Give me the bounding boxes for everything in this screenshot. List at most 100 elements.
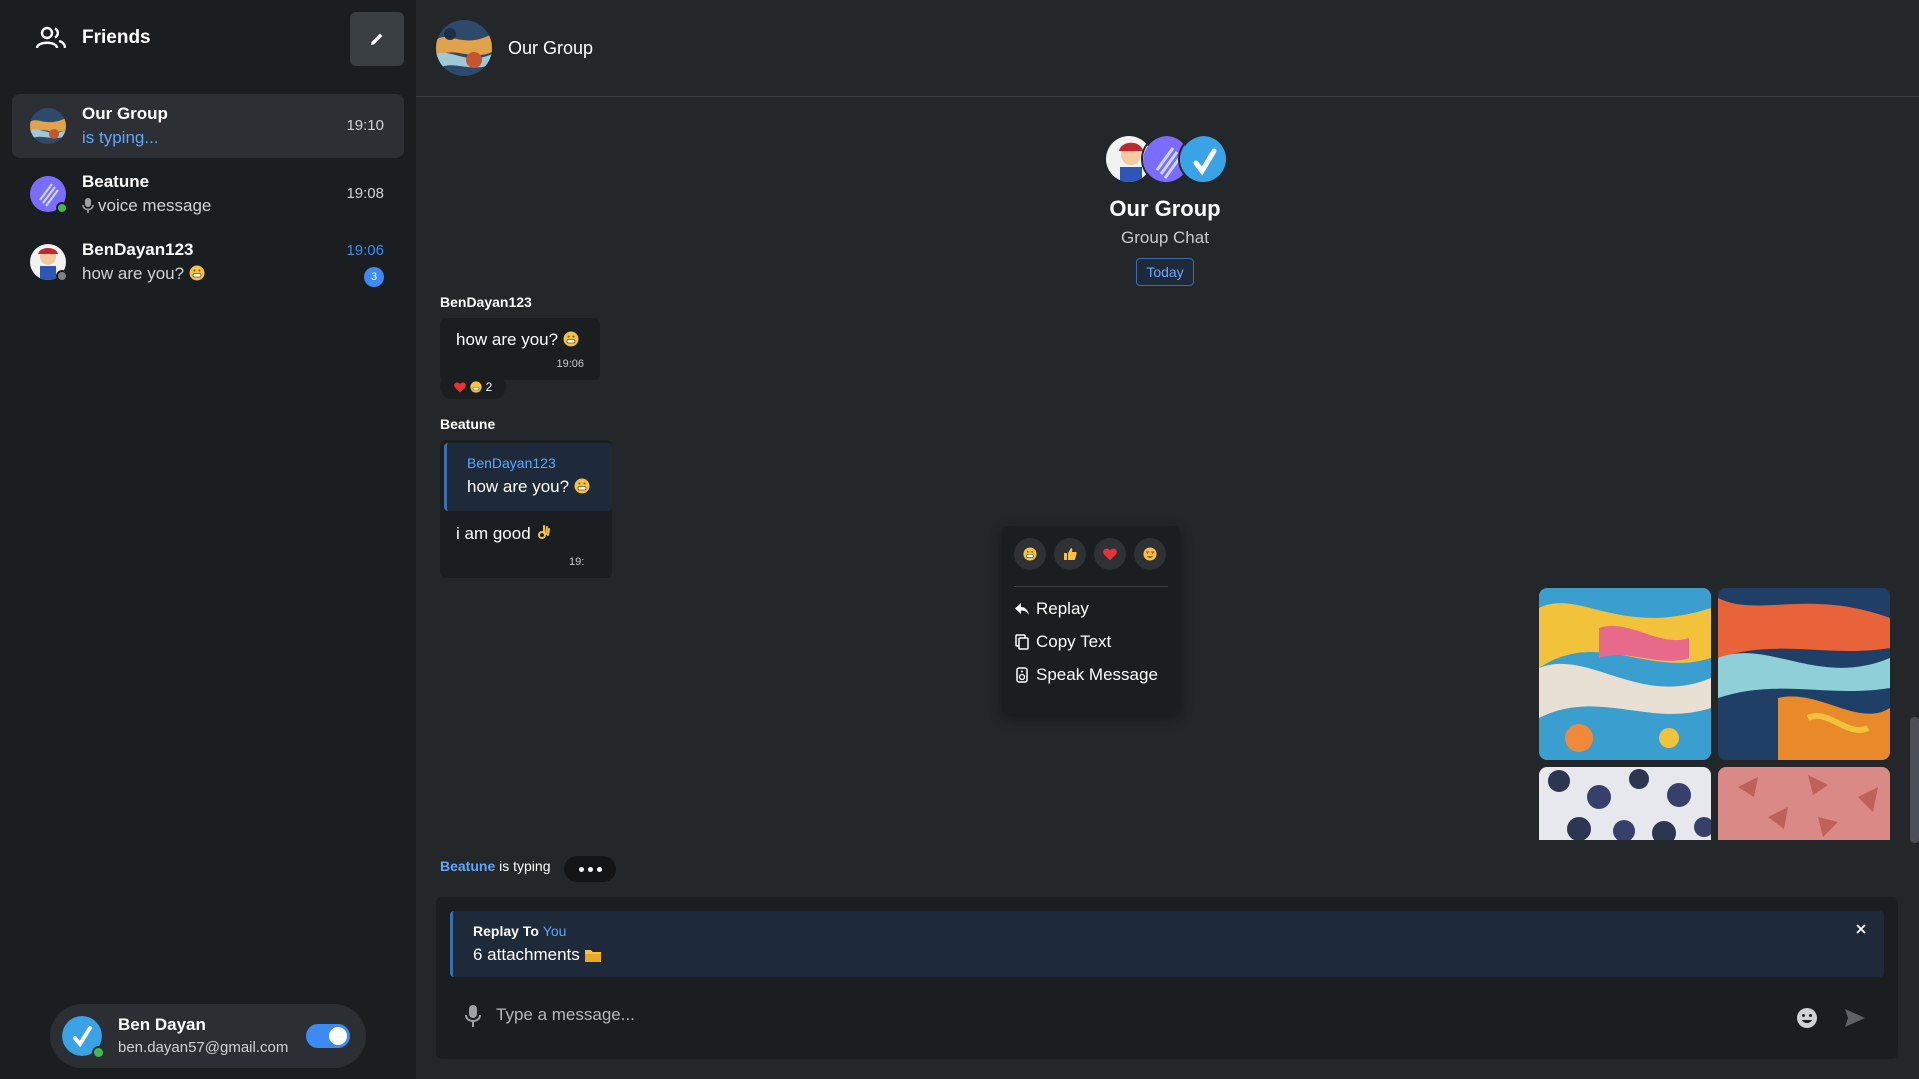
image-attachment[interactable]: [1539, 588, 1711, 760]
grin-emoji-icon: [189, 265, 205, 281]
typing-dots: [564, 856, 616, 882]
friends-label: Friends: [82, 27, 151, 48]
message-text-content: i am good: [456, 524, 531, 543]
image-attachment[interactable]: [1718, 767, 1890, 840]
quoted-text-content: how are you?: [467, 477, 570, 496]
typing-indicator: Beatune is typing: [440, 858, 550, 874]
sidebar-header: Friends: [0, 0, 416, 78]
react-grin-button[interactable]: [1014, 538, 1046, 570]
theme-toggle[interactable]: [306, 1024, 350, 1048]
reply-target: You: [542, 923, 567, 939]
member-avatar-stack: [1104, 134, 1228, 184]
close-icon: [1856, 924, 1866, 934]
react-thumbs-up-button[interactable]: [1054, 538, 1086, 570]
reply-title: Replay To You: [473, 923, 566, 939]
message-composer: Replay To You 6 attachments: [436, 897, 1898, 1059]
online-status-dot: [92, 1046, 105, 1059]
message-context-menu: Replay Copy Text Speak Message: [1002, 526, 1180, 714]
message-time: 19:06: [556, 358, 584, 370]
chat-preview: is typing...: [82, 128, 159, 147]
ok-hand-emoji-icon: [538, 525, 551, 539]
date-badge: Today: [1136, 258, 1194, 286]
offline-status-dot: [56, 270, 68, 282]
app: Friends Our Group is typing... 19:10 Bea…: [0, 0, 1919, 1079]
chat-time: 19:10: [346, 117, 384, 134]
react-heart-button[interactable]: [1094, 538, 1126, 570]
speaker-icon: [1014, 667, 1030, 683]
image-attachment[interactable]: [1539, 767, 1711, 840]
compose-button[interactable]: [350, 12, 404, 66]
chat-preview: how are you?: [82, 264, 205, 284]
chat-item-beatune[interactable]: Beatune voice message 19:08: [12, 162, 404, 226]
pencil-icon: [371, 33, 383, 45]
message-sender: BenDayan123: [440, 294, 532, 310]
toggle-knob: [329, 1027, 347, 1045]
sidebar: Friends Our Group is typing... 19:10 Bea…: [0, 0, 416, 1079]
reply-subtitle-text: 6 attachments: [473, 945, 580, 964]
chat-panel: Our Group Our Group Group Chat Today Ben…: [416, 0, 1919, 1079]
quoted-sender: BenDayan123: [467, 455, 556, 471]
people-icon: [36, 26, 66, 49]
message-text: i am good: [456, 524, 551, 544]
heart-icon: [1103, 548, 1117, 560]
quoted-message[interactable]: BenDayan123 how are you?: [444, 443, 612, 511]
thumbs-up-icon: [1064, 548, 1077, 560]
reply-title-label: Replay To: [473, 923, 539, 939]
react-heart-eyes-button[interactable]: [1134, 538, 1166, 570]
user-name: Ben Dayan: [118, 1015, 206, 1034]
menu-item-label: Copy Text: [1036, 632, 1112, 651]
emoji-picker-button[interactable]: [1796, 1007, 1818, 1029]
chat-name: Our Group: [82, 104, 168, 123]
message-sender: Beatune: [440, 416, 496, 432]
chat-time: 19:06: [346, 242, 384, 259]
unread-badge: 3: [364, 267, 384, 287]
folder-icon: [584, 950, 601, 962]
message-text-content: how are you?: [456, 330, 559, 349]
quick-reactions: [1014, 538, 1166, 570]
message-bubble[interactable]: how are you? 19:06: [440, 318, 600, 380]
menu-divider: [1014, 586, 1168, 587]
reply-subtitle: 6 attachments: [473, 945, 601, 965]
message-reactions[interactable]: 2: [440, 375, 506, 399]
menu-item-speak-message[interactable]: Speak Message: [1014, 660, 1168, 690]
menu-item-replay[interactable]: Replay: [1014, 594, 1168, 624]
online-status-dot: [56, 202, 68, 214]
heart-icon: [453, 381, 466, 392]
microphone-button[interactable]: [464, 1005, 482, 1027]
grin-emoji-icon: [470, 381, 482, 393]
chat-header: Our Group: [416, 0, 1919, 97]
grin-emoji-icon: [563, 331, 579, 347]
menu-item-copy-text[interactable]: Copy Text: [1014, 627, 1168, 657]
reply-preview: Replay To You 6 attachments: [450, 911, 1884, 977]
send-button[interactable]: [1844, 1007, 1866, 1029]
heart-eyes-emoji-icon: [1143, 547, 1157, 561]
chat-preview: voice message: [82, 196, 211, 216]
chat-time: 19:08: [346, 185, 384, 202]
chat-scrollbar[interactable]: [1910, 97, 1919, 890]
chat-title: Our Group: [508, 38, 594, 58]
chat-item-bendayan123[interactable]: BenDayan123 how are you? 19:06 3: [12, 230, 404, 294]
user-email: ben.dayan57@gmail.com: [118, 1039, 289, 1056]
message-input[interactable]: [496, 997, 1696, 1033]
chat-preview-text: how are you?: [82, 264, 185, 283]
current-user-card: Ben Dayan ben.dayan57@gmail.com: [50, 1004, 366, 1068]
message-time: 19:: [569, 556, 585, 568]
menu-item-label: Replay: [1036, 599, 1089, 618]
scrollbar-thumb[interactable]: [1910, 717, 1919, 843]
grin-emoji-icon: [574, 478, 590, 494]
microphone-icon: [82, 198, 94, 213]
typing-text: is typing: [499, 858, 551, 874]
chat-item-our-group[interactable]: Our Group is typing... 19:10: [12, 94, 404, 158]
message-text: how are you?: [456, 330, 579, 350]
reaction-count: 2: [485, 380, 493, 394]
chat-name: Beatune: [82, 172, 150, 191]
close-reply-button[interactable]: [1852, 921, 1870, 939]
typing-user: Beatune: [440, 858, 496, 874]
member-avatar: [1178, 134, 1228, 184]
menu-item-label: Speak Message: [1036, 665, 1158, 684]
copy-icon: [1014, 634, 1030, 650]
image-attachment[interactable]: [1718, 588, 1890, 760]
quoted-text: how are you?: [467, 477, 590, 497]
group-avatar[interactable]: [436, 20, 492, 76]
group-subtitle: Group Chat: [1121, 228, 1209, 247]
